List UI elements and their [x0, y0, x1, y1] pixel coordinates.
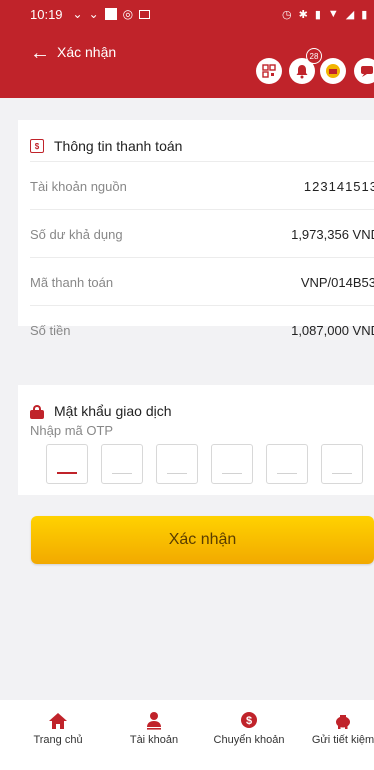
- status-notification-icons: ⌄ ⌄ ◎: [73, 7, 151, 21]
- nav-item-savings[interactable]: Gửi tiết kiệm: [298, 710, 374, 746]
- bell-icon: [296, 65, 308, 79]
- available-balance-row: Số dư khả dụng 1,973,356 VND: [30, 209, 374, 258]
- screen: 10:19 ⌄ ⌄ ◎ ◷ ✱ ▮ ▼ ◢ ▮ ← Xác nhận 28 $ …: [0, 0, 374, 770]
- transaction-password-card: Mật khẩu giao dịch Nhập mã OTP: [18, 385, 374, 495]
- system-status-icons: ◷ ✱ ▮ ▼ ◢ ▮: [282, 8, 367, 21]
- battery-icon: ▮: [361, 8, 368, 21]
- home-icon: [49, 713, 67, 729]
- lock-icon: [30, 404, 44, 419]
- row-label: Số tiền: [30, 322, 71, 338]
- status-time: 10:19: [30, 6, 63, 22]
- otp-digit-4[interactable]: [211, 444, 253, 484]
- otp-label: Nhập mã OTP: [30, 423, 114, 438]
- user-icon: [147, 712, 161, 730]
- gift-icon: [326, 64, 340, 78]
- notification-count-badge: 28: [306, 48, 322, 64]
- payment-code-row: Mã thanh toán VNP/014B53: [30, 257, 374, 306]
- row-label: Tài khoản nguồn: [30, 178, 127, 194]
- payment-info-header: $ Thông tin thanh toán: [30, 138, 182, 154]
- status-bar: 10:19 ⌄ ⌄ ◎ ◷ ✱ ▮ ▼ ◢ ▮: [0, 0, 374, 28]
- chat-button[interactable]: [354, 58, 374, 84]
- payment-info-title: Thông tin thanh toán: [54, 138, 183, 154]
- bottom-nav: Trang chủ Tài khoản $ Chuyển khoản Gửi t…: [0, 700, 374, 770]
- promotion-button[interactable]: [320, 58, 346, 84]
- row-value: 1,087,000 VND: [291, 322, 374, 338]
- nav-item-transfer[interactable]: $ Chuyển khoản: [204, 710, 294, 746]
- otp-digit-6[interactable]: [321, 444, 363, 484]
- transaction-password-header: Mật khẩu giao dịch: [30, 403, 172, 419]
- row-value: 123141513: [303, 178, 374, 194]
- row-label: Số dư khả dụng: [30, 226, 123, 242]
- alarm-icon: ◷: [282, 8, 292, 21]
- nav-label: Chuyển khoản: [213, 734, 285, 746]
- app-notification-icon: ⌄: [88, 7, 99, 21]
- row-value: VNP/014B53: [300, 274, 374, 290]
- row-value: 1,973,356 VND: [291, 226, 374, 242]
- invoice-icon: $: [30, 139, 44, 153]
- page-title: Xác nhận: [57, 44, 117, 60]
- otp-digit-3[interactable]: [156, 444, 198, 484]
- bluetooth-icon: ✱: [298, 8, 308, 21]
- source-account-row: Tài khoản nguồn 123141513: [30, 161, 374, 210]
- shield-notification-icon: ◎: [122, 7, 134, 21]
- otp-digit-1[interactable]: [46, 444, 88, 484]
- qr-code-icon: [262, 64, 276, 78]
- nav-label: Gửi tiết kiệm: [311, 734, 374, 746]
- svg-text:$: $: [246, 715, 252, 727]
- image-notification-icon: [139, 9, 151, 19]
- confirm-button[interactable]: Xác nhận: [31, 516, 374, 564]
- chat-icon: [361, 66, 373, 77]
- app-header: ← Xác nhận: [0, 28, 374, 98]
- transaction-password-title: Mật khẩu giao dịch: [54, 403, 172, 419]
- amount-row: Số tiền 1,087,000 VND: [30, 305, 374, 354]
- nav-item-home[interactable]: Trang chủ: [13, 710, 103, 746]
- wifi-icon: ▼: [327, 8, 339, 20]
- vibrate-icon: ▮: [314, 8, 321, 21]
- qr-code-button[interactable]: [256, 58, 282, 84]
- otp-digit-5[interactable]: [266, 444, 308, 484]
- otp-digit-2[interactable]: [101, 444, 143, 484]
- back-arrow-icon[interactable]: ←: [30, 43, 50, 63]
- transfer-icon: $: [241, 712, 257, 728]
- row-label: Mã thanh toán: [30, 274, 114, 290]
- signal-icon: ◢: [345, 8, 355, 21]
- payment-info-card: $ Thông tin thanh toán Tài khoản nguồn 1…: [18, 120, 374, 338]
- square-notification-icon: [104, 8, 117, 20]
- nav-item-account[interactable]: Tài khoản: [109, 710, 199, 746]
- nav-label: Tài khoản: [129, 734, 179, 746]
- piggy-bank-icon: [336, 715, 350, 729]
- nav-label: Trang chủ: [33, 734, 83, 746]
- app-notification-icon: ⌄: [72, 7, 83, 21]
